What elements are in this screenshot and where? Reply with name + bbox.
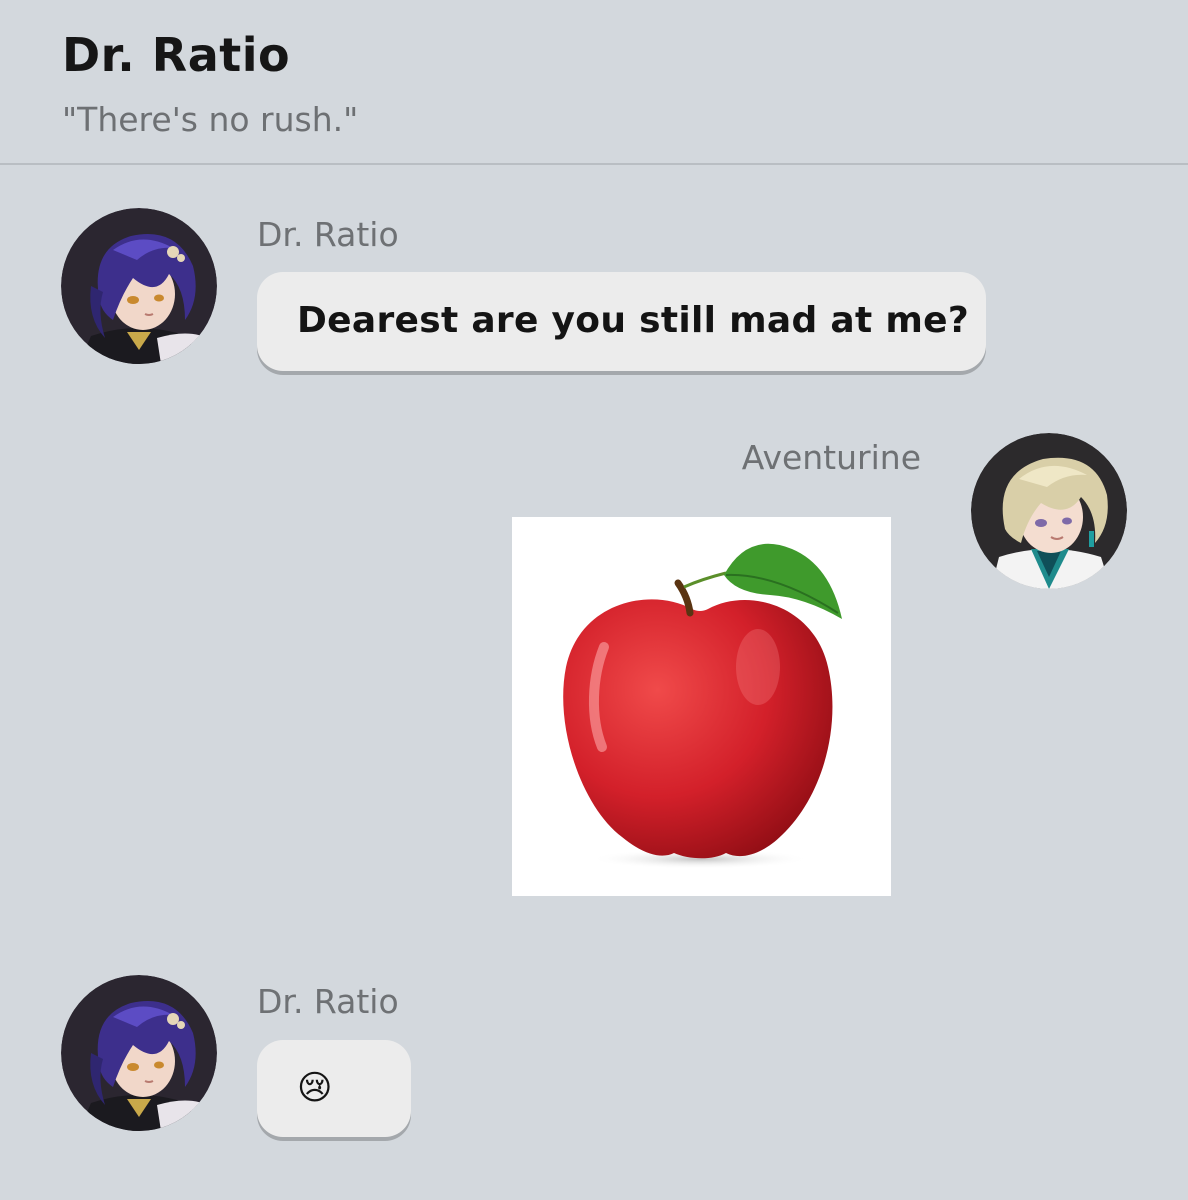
message-bubble[interactable]: Dearest are you still mad at me? xyxy=(257,272,986,371)
message-text: Dearest are you still mad at me? xyxy=(297,300,970,341)
dr-ratio-avatar-icon[interactable] xyxy=(61,208,217,364)
aventurine-avatar-icon[interactable] xyxy=(971,433,1127,589)
message-bubble[interactable]: 😢 xyxy=(257,1040,411,1137)
crying-face-emoji-icon: 😢 xyxy=(297,1068,333,1108)
sender-name: Dr. Ratio xyxy=(257,215,399,254)
chat-header: Dr. Ratio "There's no rush." xyxy=(0,0,1188,165)
dr-ratio-avatar-icon[interactable] xyxy=(61,975,217,1131)
chat-title: Dr. Ratio xyxy=(62,28,291,82)
sender-name: Aventurine xyxy=(741,438,921,477)
chat-subtitle: "There's no rush." xyxy=(62,100,359,139)
sender-name: Dr. Ratio xyxy=(257,982,399,1021)
apple-image[interactable] xyxy=(512,517,891,896)
